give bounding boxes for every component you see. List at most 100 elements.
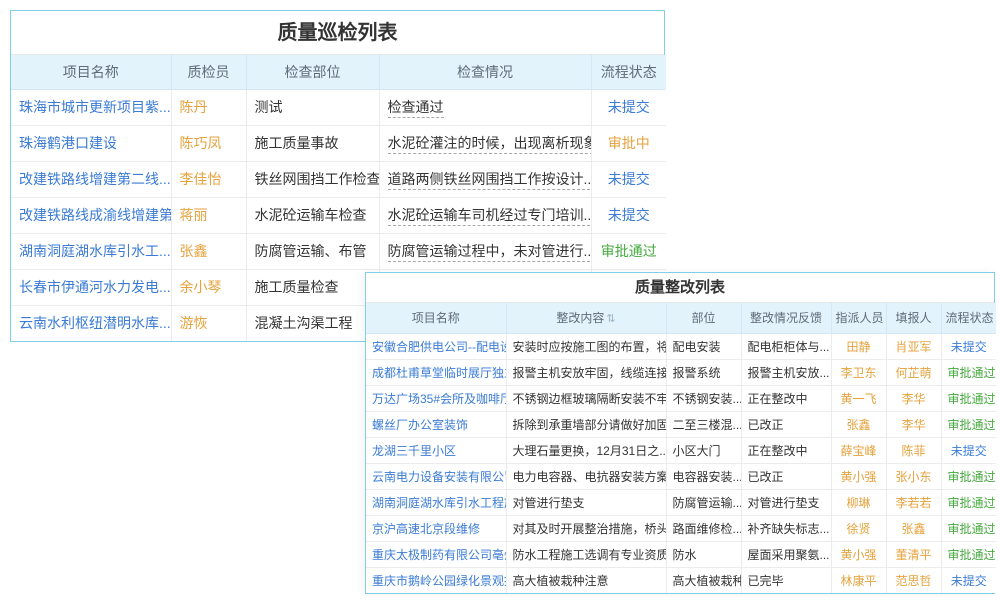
- project-name-link-cell: 湖南洞庭湖水库引水工...: [11, 233, 171, 269]
- project-name-link[interactable]: 湖南洞庭湖水库引水工...: [19, 243, 171, 259]
- col-header-part: 检查部位: [246, 55, 379, 89]
- reporter-name-cell: 张鑫: [886, 515, 941, 541]
- assignee-name: 李卫东: [840, 366, 876, 380]
- inspector-name: 蒋丽: [180, 207, 208, 223]
- reporter-name: 肖亚军: [895, 340, 931, 354]
- rectify-feedback-cell: 屋面采用聚氨...: [741, 541, 831, 567]
- project-name-link-cell: 云南电力设备安装有限公司20...: [366, 463, 506, 489]
- status-badge-cell: 未提交: [591, 197, 666, 233]
- rectify-content: 电力电容器、电抗器安装方案...: [513, 470, 667, 484]
- status-badge-cell: 审批通过: [941, 541, 996, 567]
- assignee-name-cell: 李卫东: [831, 359, 886, 385]
- inspector-name-cell: 陈丹: [171, 89, 246, 125]
- table-row: 安徽合肥供电公司--配电设备...安装时应按施工图的布置，将...配电安装配电柜…: [366, 333, 996, 359]
- status-badge-cell: 审批通过: [941, 489, 996, 515]
- reporter-name: 陈菲: [901, 444, 925, 458]
- rectify-content-cell: 对其及时开展整治措施，桥头...: [506, 515, 666, 541]
- inspector-name: 陈巧凤: [180, 135, 222, 151]
- status-badge: 审批通过: [948, 418, 996, 432]
- inspector-name-cell: 李佳怡: [171, 161, 246, 197]
- rectify-part-cell: 路面维修检...: [666, 515, 741, 541]
- project-name-link[interactable]: 湖南洞庭湖水库引水工程施工1标: [372, 496, 506, 510]
- reporter-name: 李华: [901, 392, 925, 406]
- project-name-link[interactable]: 京沪高速北京段维修: [372, 522, 480, 536]
- table-row: 成都杜甫草堂临时展厅独立展...报警主机安放牢固，线缆连接...报警系统报警主机…: [366, 359, 996, 385]
- col-header-part: 部位: [666, 303, 741, 333]
- project-name-link[interactable]: 重庆市鹅岭公园绿化景观提升...: [372, 574, 506, 588]
- rectify-content-cell: 报警主机安放牢固，线缆连接...: [506, 359, 666, 385]
- project-name-link[interactable]: 龙湖三千里小区: [372, 444, 456, 458]
- project-name-link[interactable]: 螺丝厂办公室装饰: [372, 418, 468, 432]
- reporter-name-cell: 李若若: [886, 489, 941, 515]
- inspector-name: 李佳怡: [180, 171, 222, 187]
- status-badge: 审批通过: [948, 392, 996, 406]
- inspection-part: 混凝土沟渠工程: [255, 315, 353, 331]
- rectify-part-cell: 小区大门: [666, 437, 741, 463]
- assignee-name-cell: 张鑫: [831, 411, 886, 437]
- project-name-link-cell: 京沪高速北京段维修: [366, 515, 506, 541]
- inspection-part-cell: 施工质量事故: [246, 125, 379, 161]
- status-badge-cell: 审批通过: [941, 463, 996, 489]
- rectify-content: 对其及时开展整治措施，桥头...: [513, 522, 667, 536]
- rectify-part: 防腐管运输...: [673, 496, 742, 510]
- col-header-status: 流程状态: [591, 55, 666, 89]
- project-name-link[interactable]: 安徽合肥供电公司--配电设备...: [372, 340, 506, 354]
- status-badge: 未提交: [608, 99, 650, 115]
- inspection-header-row: 项目名称 质检员 检查部位 检查情况 流程状态: [11, 55, 666, 89]
- rectify-table-card: 质量整改列表 项目名称 整改内容⇅ 部位 整改情况反馈 指派人员 填报人 流程状…: [365, 272, 995, 594]
- table-row: 改建铁路线成渝线增建第...蒋丽水泥砼运输车检查水泥砼运输车司机经过专门培训..…: [11, 197, 666, 233]
- rectify-feedback-cell: 已改正: [741, 411, 831, 437]
- inspection-situation: 水泥砼运输车司机经过专门培训...: [388, 207, 592, 226]
- sort-icon[interactable]: ⇅: [606, 313, 615, 325]
- inspector-name: 余小琴: [180, 279, 222, 295]
- status-badge: 审批通过: [948, 366, 996, 380]
- status-badge: 未提交: [608, 207, 650, 223]
- rectify-feedback: 报警主机安放...: [748, 366, 830, 380]
- project-name-link[interactable]: 重庆太极制药有限公司亳州中...: [372, 548, 506, 562]
- project-name-link[interactable]: 云南水利枢纽潜明水库...: [19, 315, 171, 331]
- project-name-link[interactable]: 改建铁路线增建第二线...: [19, 171, 171, 187]
- status-badge-cell: 审批通过: [591, 233, 666, 269]
- rectify-content: 大理石量更换，12月31日之...: [513, 444, 667, 458]
- inspection-situation: 道路两侧铁丝网围挡工作按设计...: [388, 171, 592, 190]
- project-name-link[interactable]: 成都杜甫草堂临时展厅独立展...: [372, 366, 506, 380]
- status-badge-cell: 审批通过: [941, 515, 996, 541]
- status-badge-cell: 未提交: [941, 567, 996, 593]
- assignee-name: 田静: [846, 340, 870, 354]
- project-name-link-cell: 长春市伊通河水力发电...: [11, 269, 171, 305]
- table-row: 云南电力设备安装有限公司20... 电力电容器、电抗器安装方案...电容器安装..…: [366, 463, 996, 489]
- reporter-name: 何芷萌: [895, 366, 931, 380]
- project-name-link[interactable]: 长春市伊通河水力发电...: [19, 279, 171, 295]
- rectify-part-cell: 电容器安装...: [666, 463, 741, 489]
- project-name-link[interactable]: 云南电力设备安装有限公司20...: [372, 470, 506, 484]
- inspection-situation: 水泥砼灌注的时候，出现离析现象: [388, 135, 592, 154]
- project-name-link-cell: 龙湖三千里小区: [366, 437, 506, 463]
- project-name-link-cell: 安徽合肥供电公司--配电设备...: [366, 333, 506, 359]
- rectify-content-cell: 对管进行垫支: [506, 489, 666, 515]
- inspection-part: 测试: [255, 99, 283, 115]
- table-row: 湖南洞庭湖水库引水工程施工1标对管进行垫支防腐管运输...对管进行垫支柳琳李若若…: [366, 489, 996, 515]
- status-badge: 未提交: [608, 171, 650, 187]
- status-badge-cell: 审批中: [591, 125, 666, 161]
- rectify-part-cell: 报警系统: [666, 359, 741, 385]
- rectify-content: 高大植被栽种注意: [513, 574, 609, 588]
- project-name-link-cell: 螺丝厂办公室装饰: [366, 411, 506, 437]
- status-badge-cell: 审批通过: [941, 411, 996, 437]
- rectify-feedback: 补齐缺失标志...: [748, 522, 830, 536]
- rectify-content-cell: 拆除到承重墙部分请做好加固...: [506, 411, 666, 437]
- project-name-link[interactable]: 珠海市城市更新项目紫...: [19, 99, 171, 115]
- col-header-content-sortable[interactable]: 整改内容⇅: [506, 303, 666, 333]
- rectify-part: 防水: [673, 548, 697, 562]
- project-name-link-cell: 重庆太极制药有限公司亳州中...: [366, 541, 506, 567]
- inspection-part: 防腐管运输、布管: [255, 243, 367, 259]
- inspection-part-cell: 防腐管运输、布管: [246, 233, 379, 269]
- rectify-content: 对管进行垫支: [513, 496, 585, 510]
- table-row: 重庆市鹅岭公园绿化景观提升...高大植被栽种注意高大植被栽种已完毕林康平范思哲未…: [366, 567, 996, 593]
- project-name-link[interactable]: 珠海鹤港口建设: [19, 135, 117, 151]
- project-name-link[interactable]: 万达广场35#会所及咖啡厅空...: [372, 392, 506, 406]
- rectify-feedback: 已改正: [748, 470, 784, 484]
- project-name-link[interactable]: 改建铁路线成渝线增建第...: [19, 207, 171, 223]
- reporter-name-cell: 范思哲: [886, 567, 941, 593]
- rectify-part-cell: 高大植被栽种: [666, 567, 741, 593]
- assignee-name-cell: 黄小强: [831, 463, 886, 489]
